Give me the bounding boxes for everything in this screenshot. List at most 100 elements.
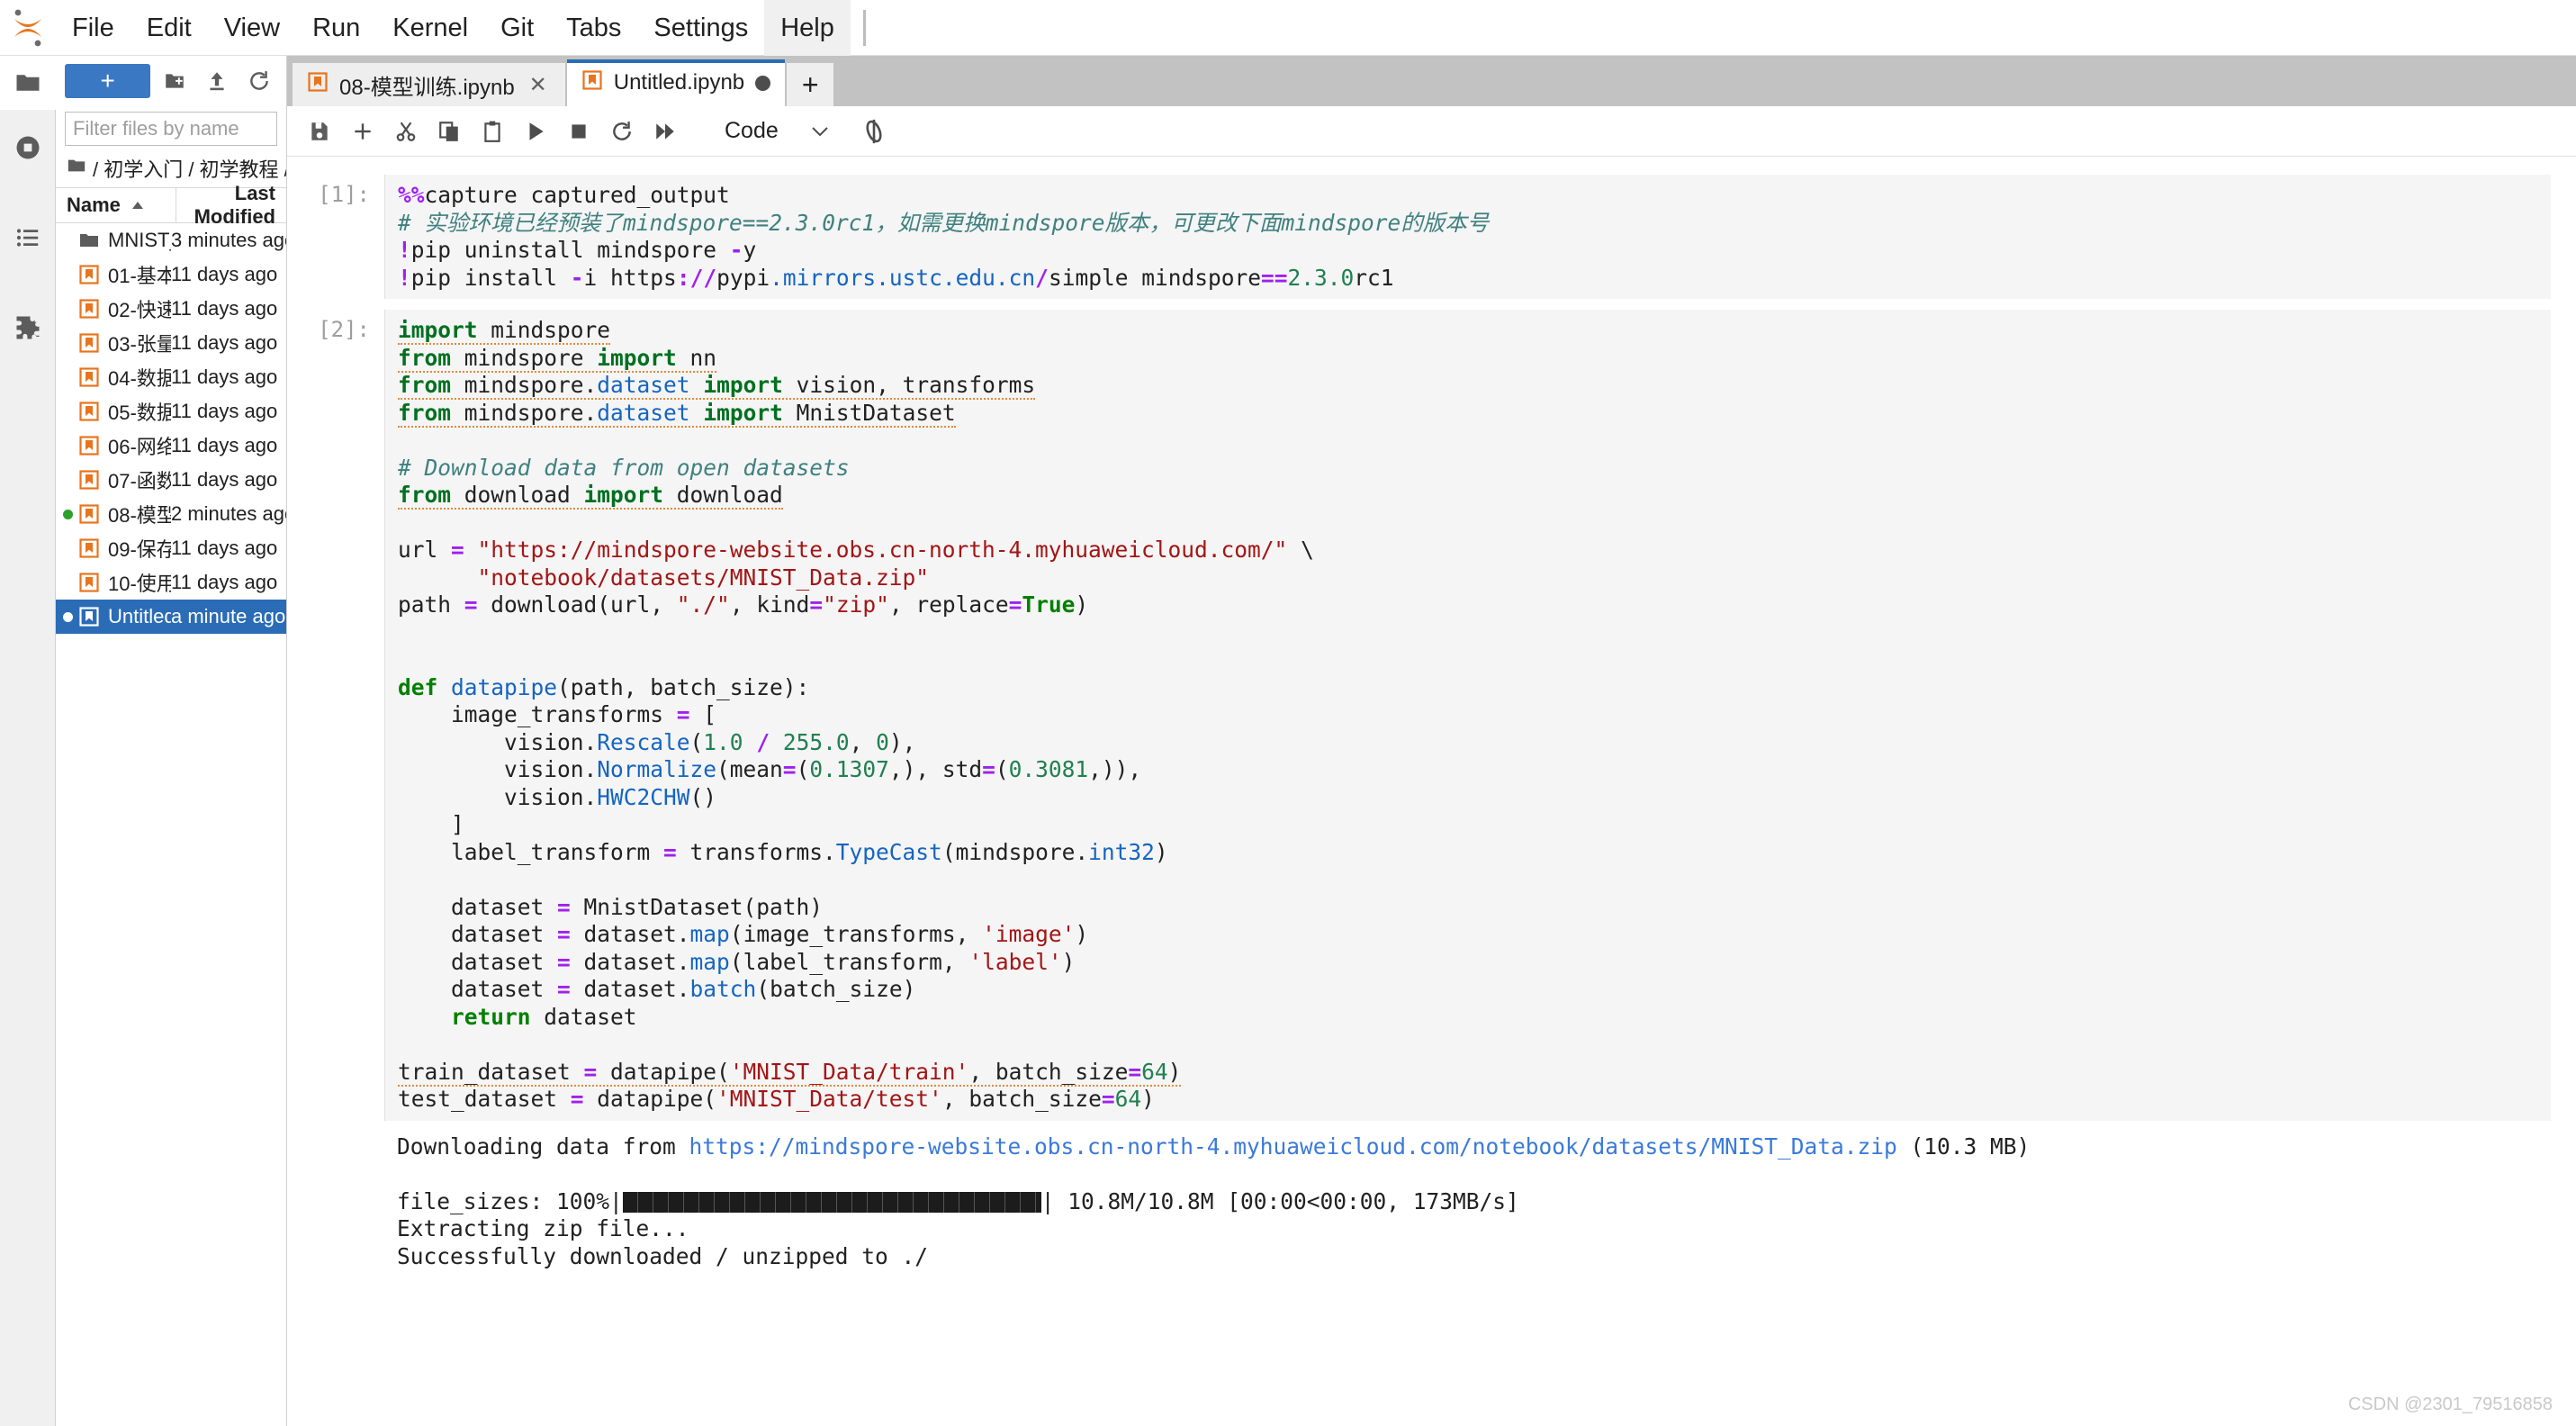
notebook-icon (76, 298, 103, 320)
file-name: 06-网络构... (108, 436, 171, 458)
kernel-running-icon (62, 611, 73, 622)
file-name: MNIST_Data (108, 229, 171, 251)
menu-run[interactable]: Run (296, 0, 376, 56)
menu-tabs[interactable]: Tabs (550, 0, 637, 56)
menu-view[interactable]: View (208, 0, 296, 56)
menu-git[interactable]: Git (484, 0, 550, 56)
notebook-cell[interactable]: [2]: import mindspore from mindspore imp… (287, 304, 2576, 1283)
file-last-modified: 3 minutes ago (171, 229, 286, 251)
play-icon[interactable] (516, 112, 555, 151)
add-tab-button[interactable]: + (787, 63, 834, 106)
progress-label: file_sizes: 100%| (397, 1187, 623, 1214)
extract-line: Extracting zip file... (397, 1215, 689, 1241)
notebook-icon (307, 71, 329, 99)
download-prefix: Downloading data from (397, 1133, 689, 1160)
kernel-idle-icon[interactable] (854, 112, 894, 151)
cell-source[interactable]: %%capture captured_output # 实验环境已经预装了min… (398, 182, 2551, 292)
notebook-scroll-area[interactable]: [1]: %%capture captured_output # 实验环境已经预… (287, 157, 2576, 1426)
download-url-link[interactable]: https://mindspore-website.obs.cn-north-4… (689, 1133, 1897, 1160)
notebook-icon (76, 401, 103, 422)
stop-square-icon[interactable] (559, 112, 599, 151)
notebook-icon (76, 435, 103, 456)
file-list-item[interactable]: 02-快速入...11 days ago (56, 292, 286, 326)
file-list-item[interactable]: 08-模型训...2 minutes ago (56, 497, 286, 531)
menu-edit[interactable]: Edit (131, 0, 208, 56)
file-name: 03-张量Te... (108, 333, 171, 356)
notebook-dock: 08-模型训练.ipynb ✕ Untitled.ipynb + Code [1… (287, 56, 2576, 1426)
file-list-item[interactable]: 07-函数式...11 days ago (56, 463, 286, 497)
tab-label: Untitled.ipynb (613, 70, 745, 95)
file-list-item[interactable]: Untitled.ip...a minute ago (56, 600, 286, 634)
menu-kernel[interactable]: Kernel (376, 0, 484, 56)
notebook-toolbar: Code (287, 106, 2576, 157)
cell-source[interactable]: import mindspore from mindspore import n… (398, 317, 2551, 1114)
notebook-icon (76, 264, 103, 285)
menu-settings[interactable]: Settings (637, 0, 764, 56)
close-icon[interactable]: ✕ (526, 72, 551, 97)
kernel-status-dot-slot (59, 611, 76, 622)
tab-untitled[interactable]: Untitled.ipynb (566, 59, 786, 106)
file-list-item[interactable]: 01-基本介...11 days ago (56, 257, 286, 292)
unsaved-changes-icon[interactable] (755, 75, 771, 91)
download-progress-bar (622, 1191, 1041, 1213)
cell-type-value: Code (725, 118, 779, 143)
running-terminals-icon[interactable] (0, 121, 56, 175)
menu-help[interactable]: Help (764, 0, 851, 56)
table-of-contents-icon[interactable] (0, 211, 56, 265)
copy-icon[interactable] (429, 112, 469, 151)
file-last-modified: 11 days ago (171, 537, 278, 559)
file-last-modified: 11 days ago (171, 263, 278, 285)
cell-type-select[interactable]: Code (712, 113, 838, 150)
notebook-icon (76, 572, 103, 593)
sort-ascending-icon (130, 187, 146, 223)
file-list-header: Name Last Modified (56, 182, 286, 228)
restart-icon[interactable] (602, 112, 642, 151)
file-name: 05-数据变... (108, 402, 171, 424)
file-name: 04-数据集... (108, 367, 171, 390)
breadcrumb-path: / 初学入门 / 初学教程 / (93, 158, 286, 181)
file-list-item[interactable]: 06-网络构...11 days ago (56, 429, 286, 463)
notebook-icon (76, 366, 103, 388)
save-icon[interactable] (300, 112, 339, 151)
file-browser-icon[interactable] (0, 56, 56, 110)
watermark: CSDN @2301_79516858 (2347, 1394, 2553, 1414)
file-name: 09-保存与... (108, 538, 171, 561)
jupyter-logo-icon (0, 0, 56, 56)
tab-08-model-training[interactable]: 08-模型训练.ipynb ✕ (293, 63, 565, 106)
download-size: (10.3 MB) (1896, 1133, 2031, 1160)
file-list-item[interactable]: 04-数据集...11 days ago (56, 360, 286, 394)
upload-icon[interactable] (198, 64, 235, 98)
column-header-last-modified[interactable]: Last Modified (176, 182, 286, 229)
cell-input-area[interactable]: %%capture captured_output # 实验环境已经预装了min… (384, 175, 2551, 299)
file-name: Untitled.ip... (108, 605, 171, 627)
jupyterlab-window: File Edit View Run Kernel Git Tabs Setti… (0, 0, 2576, 1426)
file-list-item[interactable]: MNIST_Data3 minutes ago (56, 223, 286, 257)
file-last-modified: 11 days ago (171, 571, 278, 593)
fast-forward-icon[interactable] (645, 112, 685, 151)
kernel-status-dot-slot (59, 509, 76, 519)
paste-icon[interactable] (473, 112, 512, 151)
notebook-icon (76, 537, 103, 559)
file-list-item[interactable]: 09-保存与...11 days ago (56, 531, 286, 565)
refresh-icon[interactable] (240, 64, 277, 98)
file-name: 10-使用静... (108, 573, 171, 595)
file-filter[interactable] (65, 112, 351, 146)
extension-manager-icon[interactable] (0, 301, 56, 355)
menu-divider (862, 9, 866, 46)
notebook-cell[interactable]: [1]: %%capture captured_output # 实验环境已经预… (287, 169, 2576, 304)
file-last-modified: 2 minutes ago (171, 502, 286, 525)
folder-icon[interactable] (67, 156, 86, 181)
column-header-name[interactable]: Name (56, 187, 176, 223)
new-launcher-button[interactable]: + (65, 64, 151, 98)
file-list-item[interactable]: 03-张量Te...11 days ago (56, 326, 286, 360)
tab-bar: 08-模型训练.ipynb ✕ Untitled.ipynb + (287, 56, 2576, 106)
plus-icon[interactable] (343, 112, 383, 151)
scissors-icon[interactable] (386, 112, 426, 151)
cell-input-area[interactable]: import mindspore from mindspore import n… (384, 310, 2551, 1121)
file-list-item[interactable]: 10-使用静...11 days ago (56, 565, 286, 600)
new-folder-icon[interactable] (156, 64, 193, 98)
tab-label: 08-模型训练.ipynb (339, 75, 515, 100)
menu-file[interactable]: File (56, 0, 131, 56)
file-browser-toolbar: + (56, 56, 286, 106)
file-list-item[interactable]: 05-数据变...11 days ago (56, 394, 286, 429)
